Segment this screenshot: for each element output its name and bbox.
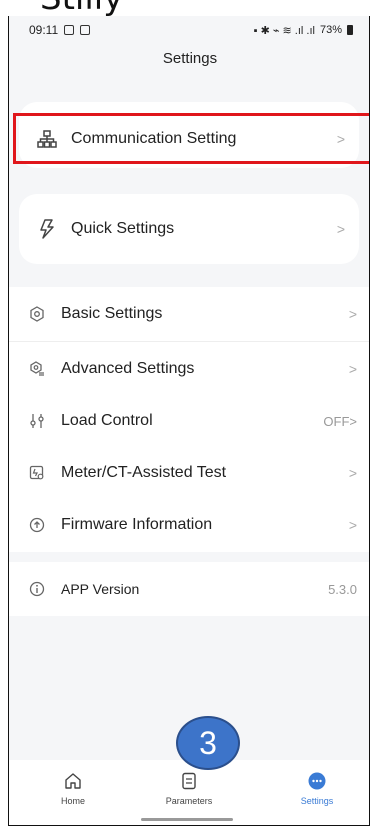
home-icon — [65, 773, 81, 789]
home-indicator — [141, 818, 233, 821]
meter-test-icon — [27, 465, 47, 481]
chevron-right-icon: > — [336, 221, 345, 237]
info-icon — [27, 581, 47, 597]
basic-settings-label: Basic Settings — [61, 305, 163, 322]
nav-settings[interactable]: Settings — [267, 772, 367, 806]
advanced-gear-icon — [27, 361, 47, 377]
chevron-right-icon: > — [348, 361, 357, 377]
nav-parameters-label: Parameters — [165, 796, 213, 806]
chevron-right-icon: > — [348, 465, 357, 481]
advanced-settings-label: Advanced Settings — [61, 360, 195, 377]
quick-settings-label: Quick Settings — [71, 220, 175, 237]
status-bar: 09:11 ▪ ✱ ⌁ ≋ .ıl .ıl 73% — [9, 16, 369, 44]
notification-icon — [80, 25, 91, 35]
nav-home-label: Home — [60, 796, 85, 806]
nav-parameters[interactable]: Parameters — [139, 772, 239, 806]
cropped-caption-text: Stilly — [40, 0, 123, 16]
signal-icons: ▪ ✱ ⌁ ≋ .ıl .ıl — [253, 24, 315, 37]
lightning-icon — [37, 219, 57, 239]
firmware-information-row[interactable]: Firmware Information > — [9, 498, 369, 552]
load-control-status: OFF> — [323, 413, 357, 429]
battery-percent: 73% — [319, 24, 342, 36]
basic-settings-row[interactable]: Basic Settings > — [9, 287, 369, 341]
bottom-navigation: Home Parameters Settings — [9, 760, 369, 825]
meter-ct-test-row[interactable]: Meter/CT-Assisted Test > — [9, 446, 369, 500]
parameters-icon — [182, 772, 196, 790]
cropped-caption: Stilly — [0, 0, 371, 16]
chevron-right-icon: > — [348, 306, 357, 322]
phone-screen: 09:11 ▪ ✱ ⌁ ≋ .ıl .ıl 73% Settings Commu… — [8, 0, 370, 826]
nav-home[interactable]: Home — [23, 772, 123, 806]
app-version-label: APP Version — [61, 581, 140, 597]
step-badge: 3 — [176, 716, 240, 770]
app-version-row: APP Version 5.3.0 — [9, 562, 369, 616]
chevron-right-icon: > — [348, 517, 357, 533]
meter-ct-test-label: Meter/CT-Assisted Test — [61, 464, 227, 481]
load-control-label: Load Control — [61, 412, 153, 429]
firmware-icon — [27, 517, 47, 533]
highlight-box — [13, 113, 369, 164]
app-version-value: 5.3.0 — [328, 581, 357, 597]
gear-icon — [27, 306, 47, 322]
gallery-icon — [64, 25, 75, 35]
battery-icon — [347, 25, 353, 35]
firmware-information-label: Firmware Information — [61, 516, 213, 533]
load-control-row[interactable]: Load Control OFF> — [9, 394, 369, 448]
nav-settings-label: Settings — [300, 796, 334, 806]
sliders-icon — [27, 413, 47, 429]
settings-dots-icon — [308, 772, 326, 790]
quick-settings-row[interactable]: Quick Settings > — [19, 202, 359, 256]
advanced-settings-row[interactable]: Advanced Settings > — [9, 342, 369, 396]
status-time: 09:11 — [29, 23, 59, 37]
page-title: Settings — [162, 50, 218, 67]
